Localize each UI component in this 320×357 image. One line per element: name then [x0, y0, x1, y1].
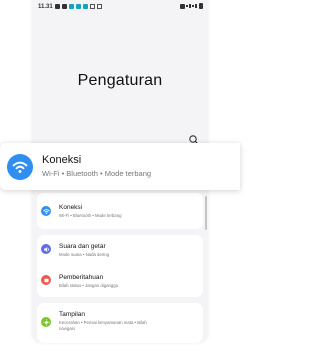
sound-icon [41, 244, 51, 254]
settings-item-subtitle-continued: navigasi [59, 325, 75, 331]
settings-item-title: Koneksi [59, 204, 83, 211]
settings-card-display: Tampilan Kecerahan • Perisai kenyamanan … [37, 303, 203, 343]
app-notification-icon [55, 4, 60, 9]
settings-item-subtitle: Wi-Fi • Bluetooth • Mode terbang [59, 213, 122, 218]
status-time: 11.31 [38, 4, 53, 10]
app-notification-icon [83, 4, 88, 9]
signal-icon [195, 4, 197, 8]
settings-item-display[interactable]: Tampilan Kecerahan • Perisai kenyamanan … [37, 303, 203, 343]
highlight-callout-connections[interactable] [0, 143, 240, 190]
settings-item-sound[interactable]: Suara dan getar Mode suara • Nada dering [37, 235, 203, 266]
notification-icon [41, 275, 51, 285]
display-icon [41, 317, 51, 327]
settings-card-sound-notifications: Suara dan getar Mode suara • Nada dering… [37, 235, 203, 297]
app-notification-icon [62, 4, 67, 9]
mail-icon [90, 4, 95, 9]
signal-icon [192, 5, 194, 7]
settings-item-subtitle: Mode suara • Nada dering [59, 252, 109, 257]
wifi-icon [7, 154, 33, 180]
app-notification-icon [69, 4, 74, 9]
page-title: Pengaturan [77, 72, 163, 89]
wifi-icon [41, 206, 51, 216]
signal-icon [189, 4, 191, 8]
highlight-subtitle: Wi-Fi • Bluetooth • Mode terbang [42, 169, 152, 178]
settings-item-subtitle: Bilah status • Jangan diganggu [59, 283, 119, 288]
highlight-title: Koneksi [42, 154, 82, 166]
settings-item-connections[interactable]: Koneksi Wi-Fi • Bluetooth • Mode terbang [37, 193, 203, 229]
settings-card-connections: Koneksi Wi-Fi • Bluetooth • Mode terbang [37, 193, 203, 229]
settings-item-title: Pemberitahuan [59, 274, 104, 281]
image-icon [97, 4, 102, 9]
settings-item-notifications[interactable]: Pemberitahuan Bilah status • Jangan diga… [37, 266, 203, 297]
settings-item-title: Suara dan getar [59, 243, 106, 250]
app-notification-icon [76, 4, 81, 9]
settings-item-title: Tampilan [59, 311, 86, 318]
status-bar: 11.31 [32, 0, 208, 14]
system-status-icons [180, 3, 203, 9]
battery-icon [199, 3, 203, 9]
scrollbar[interactable] [205, 196, 207, 230]
signal-icon [186, 5, 188, 7]
alarm-icon [180, 3, 185, 9]
notification-icons [55, 4, 102, 9]
